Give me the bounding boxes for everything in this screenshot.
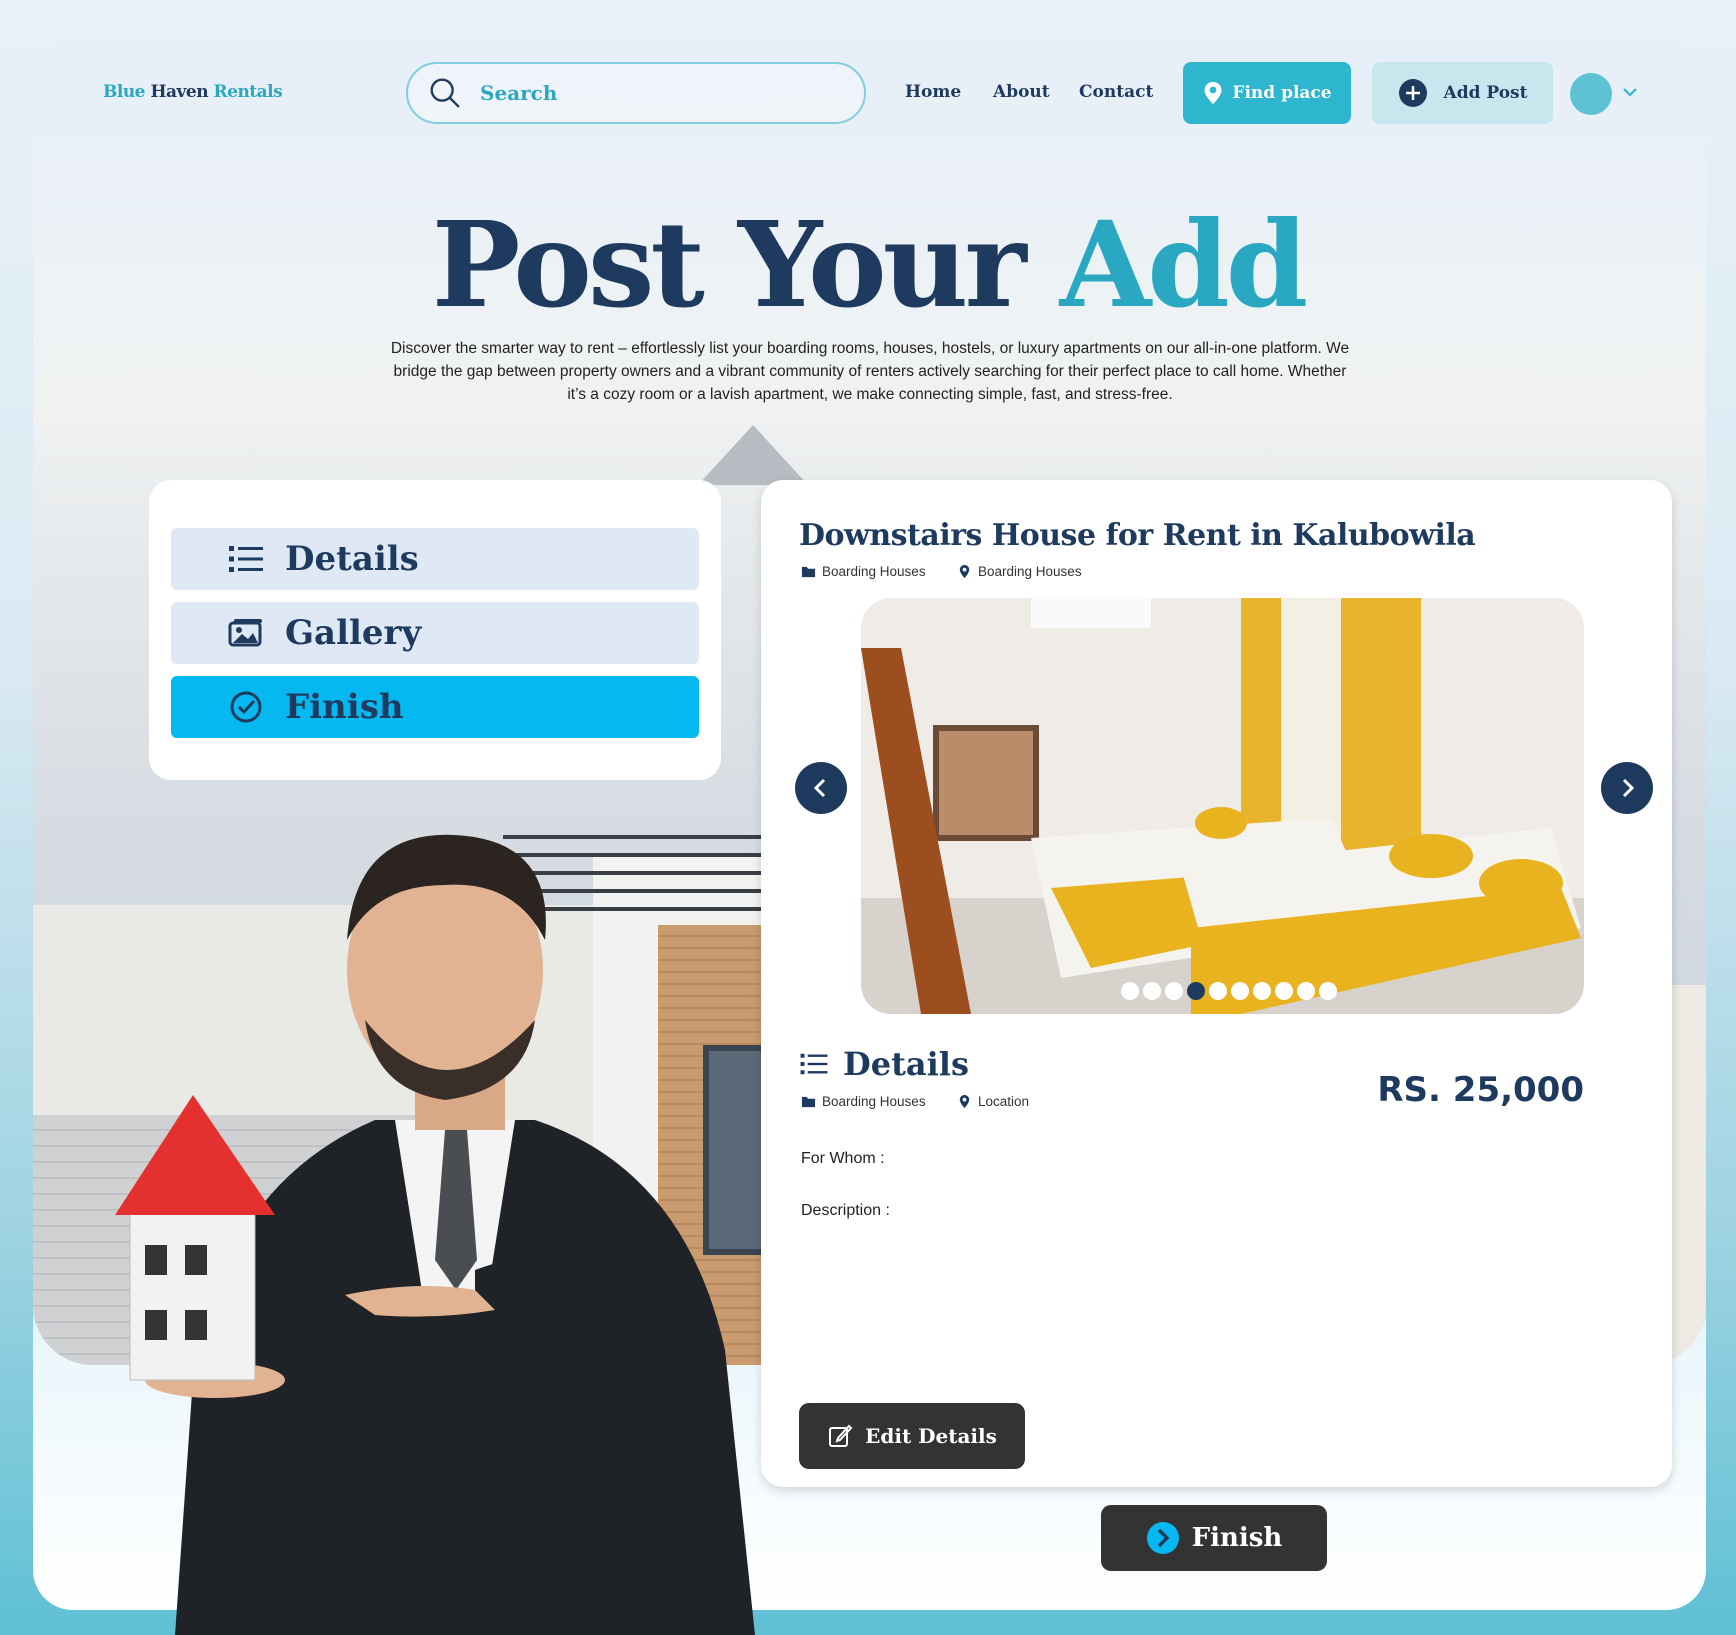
details-category: Boarding Houses bbox=[801, 1094, 926, 1109]
gallery-dot[interactable] bbox=[1253, 982, 1271, 1000]
find-place-button[interactable]: Find place bbox=[1183, 62, 1351, 124]
brand-logo[interactable]: Blue Haven Rentals bbox=[103, 82, 283, 102]
avatar[interactable] bbox=[1570, 73, 1612, 115]
chevron-right-icon bbox=[1622, 778, 1635, 798]
chevron-down-icon[interactable] bbox=[1620, 82, 1640, 102]
chevron-left-icon bbox=[813, 778, 826, 798]
finish-label: Finish bbox=[1191, 1523, 1283, 1553]
brand-word-2: Haven bbox=[150, 82, 209, 102]
title-main: Post Your bbox=[431, 195, 1027, 334]
steps-card: Details Gallery Finish bbox=[149, 480, 721, 780]
details-heading: Details bbox=[799, 1045, 969, 1083]
listing-location-text: Boarding Houses bbox=[978, 564, 1082, 579]
folder-icon bbox=[801, 1096, 816, 1108]
tab-details[interactable]: Details bbox=[171, 528, 699, 590]
listing-category-text: Boarding Houses bbox=[822, 564, 926, 579]
tab-finish[interactable]: Finish bbox=[171, 676, 699, 738]
listing-location: Boarding Houses bbox=[957, 564, 1082, 579]
listing-price: RS. 25,000 bbox=[1377, 1070, 1584, 1110]
location-pin-icon bbox=[959, 564, 970, 579]
page-title: Post Your Add bbox=[0, 195, 1736, 334]
details-category-text: Boarding Houses bbox=[822, 1094, 926, 1109]
list-icon bbox=[800, 1053, 828, 1075]
gallery-dot[interactable] bbox=[1319, 982, 1337, 1000]
listing-preview-card: Downstairs House for Rent in Kalubowila … bbox=[761, 480, 1672, 1487]
gallery-dot[interactable] bbox=[1165, 982, 1183, 1000]
agent-holding-house-image bbox=[115, 834, 755, 1635]
gallery-dots bbox=[1121, 982, 1337, 1000]
for-whom-label: For Whom : bbox=[801, 1150, 885, 1167]
search-bar[interactable] bbox=[406, 62, 866, 124]
search-input[interactable] bbox=[480, 81, 840, 105]
nav-about[interactable]: About bbox=[993, 82, 1050, 102]
chevron-right-circle-icon bbox=[1146, 1522, 1179, 1554]
list-icon bbox=[229, 546, 263, 572]
edit-details-label: Edit Details bbox=[865, 1424, 997, 1448]
tab-gallery-label: Gallery bbox=[285, 613, 422, 653]
brand-word-3: Rentals bbox=[213, 82, 283, 102]
gallery-dot[interactable] bbox=[1187, 982, 1205, 1000]
description-label: Description : bbox=[801, 1202, 890, 1219]
check-circle-icon bbox=[230, 691, 262, 723]
add-post-label: Add Post bbox=[1443, 83, 1528, 103]
details-location-text: Location bbox=[978, 1094, 1030, 1109]
gallery-prev-button[interactable] bbox=[795, 762, 847, 814]
folder-icon bbox=[801, 566, 816, 578]
listing-title: Downstairs House for Rent in Kalubowila bbox=[799, 518, 1476, 553]
bedroom-photo bbox=[861, 598, 1584, 1014]
listing-category: Boarding Houses bbox=[801, 564, 926, 579]
gallery-dot[interactable] bbox=[1143, 982, 1161, 1000]
gallery-dot[interactable] bbox=[1297, 982, 1315, 1000]
edit-details-button[interactable]: Edit Details bbox=[799, 1403, 1025, 1469]
gallery-icon bbox=[228, 619, 262, 647]
tab-details-label: Details bbox=[285, 539, 419, 579]
photo-gallery[interactable] bbox=[861, 598, 1584, 1014]
nav-contact[interactable]: Contact bbox=[1079, 82, 1153, 102]
tab-finish-label: Finish bbox=[285, 687, 404, 727]
location-pin-icon bbox=[1204, 82, 1222, 104]
gallery-dot[interactable] bbox=[1209, 982, 1227, 1000]
details-heading-text: Details bbox=[843, 1045, 969, 1083]
finish-button[interactable]: Finish bbox=[1101, 1505, 1327, 1571]
gallery-dot[interactable] bbox=[1275, 982, 1293, 1000]
plus-circle-icon bbox=[1398, 79, 1427, 107]
nav-home[interactable]: Home bbox=[905, 82, 961, 102]
gallery-dot[interactable] bbox=[1121, 982, 1139, 1000]
search-icon bbox=[430, 78, 460, 108]
edit-icon bbox=[829, 1424, 853, 1447]
details-location: Location bbox=[957, 1094, 1029, 1109]
find-place-label: Find place bbox=[1232, 83, 1332, 103]
title-accent: Add bbox=[1059, 195, 1309, 334]
gallery-next-button[interactable] bbox=[1601, 762, 1653, 814]
hero-description: Discover the smarter way to rent – effor… bbox=[390, 340, 1350, 403]
add-post-button[interactable]: Add Post bbox=[1372, 62, 1553, 124]
location-pin-icon bbox=[959, 1094, 970, 1109]
brand-word-1: Blue bbox=[103, 82, 146, 102]
gallery-dot[interactable] bbox=[1231, 982, 1249, 1000]
tab-gallery[interactable]: Gallery bbox=[171, 602, 699, 664]
